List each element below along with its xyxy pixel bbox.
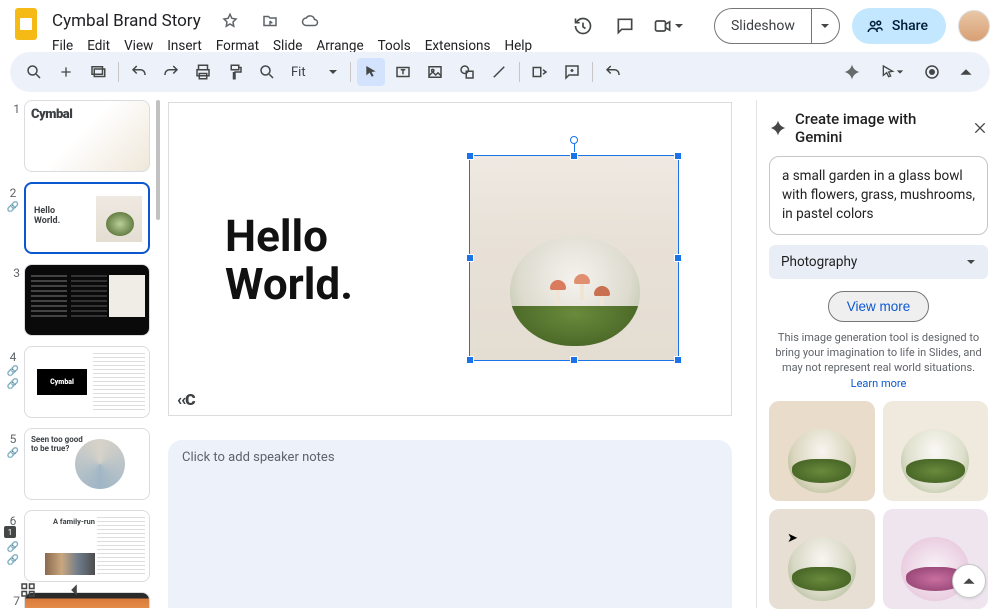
share-button[interactable]: Share bbox=[852, 8, 946, 44]
thumb-number: 5 bbox=[10, 430, 17, 446]
link-icon: 🔗 bbox=[7, 555, 19, 566]
thumb-number: 3 bbox=[6, 264, 20, 280]
resize-handle[interactable] bbox=[674, 152, 682, 160]
cloud-status-icon[interactable] bbox=[295, 6, 325, 36]
add-comment-icon[interactable] bbox=[558, 58, 586, 86]
sidepanel-title: Create image with Gemini bbox=[795, 110, 964, 146]
resize-handle[interactable] bbox=[674, 356, 682, 364]
view-more-button[interactable]: View more bbox=[828, 291, 930, 322]
slide-canvas[interactable]: HelloWorld. ‹‹C bbox=[168, 102, 732, 416]
slide-thumb-1[interactable]: Cymbal bbox=[24, 100, 150, 172]
print-icon[interactable] bbox=[189, 58, 217, 86]
cursor-icon: ➤ bbox=[787, 531, 798, 546]
shape-icon[interactable] bbox=[453, 58, 481, 86]
paint-format-icon[interactable] bbox=[221, 58, 249, 86]
thumb-number: 4 bbox=[10, 348, 17, 364]
close-icon[interactable] bbox=[972, 120, 988, 136]
speaker-notes[interactable]: Click to add speaker notes bbox=[168, 440, 732, 608]
link-icon: 🔗 bbox=[7, 366, 19, 377]
style-select[interactable]: Photography bbox=[769, 245, 988, 279]
disclaimer-text: This image generation tool is designed t… bbox=[769, 330, 988, 392]
textbox-icon[interactable] bbox=[389, 58, 417, 86]
slide-title[interactable]: HelloWorld. bbox=[225, 213, 353, 308]
undo-icon[interactable] bbox=[125, 58, 153, 86]
line-icon[interactable] bbox=[485, 58, 513, 86]
slide-thumb-4[interactable]: Cymbal bbox=[24, 346, 150, 418]
resize-handle[interactable] bbox=[466, 152, 474, 160]
insert-image-icon[interactable] bbox=[421, 58, 449, 86]
resize-handle[interactable] bbox=[466, 254, 474, 262]
resize-handle[interactable] bbox=[570, 356, 578, 364]
transition-icon[interactable] bbox=[526, 58, 554, 86]
thumb-number: 1 bbox=[6, 100, 20, 116]
link-icon: 🔗 bbox=[7, 542, 19, 553]
doc-title[interactable]: Cymbal Brand Story bbox=[48, 10, 205, 32]
link-icon: 🔗 bbox=[7, 448, 19, 459]
generated-image-1[interactable] bbox=[769, 401, 875, 501]
slideshow-button[interactable]: Slideshow bbox=[714, 8, 840, 44]
select-tool-icon[interactable] bbox=[357, 58, 385, 86]
reset-image-icon[interactable] bbox=[599, 58, 627, 86]
new-slide-layout-icon[interactable] bbox=[84, 58, 112, 86]
gemini-sidepanel: Create image with Gemini a small garden … bbox=[756, 100, 1000, 608]
prompt-textarea[interactable]: a small garden in a glass bowl with flow… bbox=[769, 156, 988, 235]
record-icon[interactable] bbox=[918, 58, 946, 86]
resize-handle[interactable] bbox=[674, 254, 682, 262]
account-avatar[interactable] bbox=[958, 10, 990, 42]
link-icon: 🔗 bbox=[7, 202, 19, 213]
grid-view-icon[interactable] bbox=[14, 576, 42, 604]
resize-handle[interactable] bbox=[466, 356, 474, 364]
new-slide-icon[interactable] bbox=[52, 58, 80, 86]
selected-image[interactable] bbox=[469, 155, 679, 361]
meet-button[interactable] bbox=[652, 16, 702, 36]
gemini-icon[interactable] bbox=[838, 58, 866, 86]
thumb1-brand: Cymbal bbox=[31, 107, 72, 122]
slides-logo[interactable] bbox=[8, 6, 44, 42]
scroll-up-button[interactable] bbox=[952, 564, 986, 598]
learn-more-link[interactable]: Learn more bbox=[851, 377, 907, 390]
resize-handle[interactable] bbox=[570, 152, 578, 160]
brand-mark: ‹‹C bbox=[177, 390, 195, 409]
generated-image-3[interactable] bbox=[769, 509, 875, 609]
generated-image-2[interactable] bbox=[883, 401, 989, 501]
rotate-handle[interactable] bbox=[570, 136, 578, 144]
move-icon[interactable] bbox=[255, 6, 285, 36]
collapse-toolbar-icon[interactable] bbox=[952, 58, 980, 86]
sparkle-icon bbox=[769, 119, 787, 137]
zoom-out-icon[interactable] bbox=[253, 58, 281, 86]
zoom-select[interactable]: Fit bbox=[285, 65, 344, 80]
slide-thumb-5[interactable]: Seen too goodto be true? bbox=[24, 428, 150, 500]
star-icon[interactable] bbox=[215, 6, 245, 36]
thumb-number: 2 bbox=[10, 184, 17, 200]
slide-thumb-3[interactable] bbox=[24, 264, 150, 336]
filmstrip-scrollbar[interactable] bbox=[156, 100, 160, 220]
comment-badge[interactable]: 1 bbox=[4, 526, 16, 538]
filmstrip[interactable]: 1 Cymbal 2 🔗 HelloWorld. 3 4 🔗 bbox=[4, 100, 162, 608]
search-menus-icon[interactable] bbox=[20, 58, 48, 86]
slide-thumb-2[interactable]: HelloWorld. bbox=[24, 182, 150, 254]
toolbar: Fit bbox=[10, 52, 990, 92]
history-icon[interactable] bbox=[568, 11, 598, 41]
slide-thumb-6[interactable]: A family-run group. bbox=[24, 510, 150, 582]
slideshow-dropdown[interactable] bbox=[811, 9, 839, 43]
collapse-filmstrip-icon[interactable] bbox=[60, 576, 88, 604]
redo-icon[interactable] bbox=[157, 58, 185, 86]
comments-icon[interactable] bbox=[610, 11, 640, 41]
link-icon: 🔗 bbox=[7, 379, 19, 390]
pointer-dropdown-icon[interactable] bbox=[872, 58, 912, 86]
